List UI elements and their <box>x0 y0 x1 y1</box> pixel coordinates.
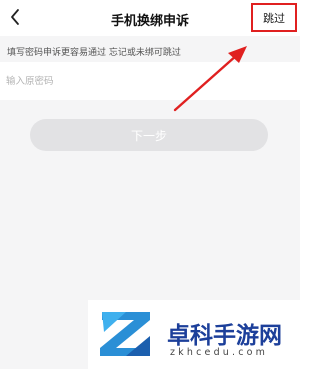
top-bar: 手机换绑申诉 跳过 <box>0 0 300 36</box>
hint-text: 填写密码申诉更容易通过 忘记或未绑可跳过 <box>7 48 181 58</box>
skip-button[interactable]: 跳过 <box>251 3 297 32</box>
watermark-url: zkhcedu.com <box>170 347 269 358</box>
password-input[interactable] <box>6 70 286 92</box>
password-row <box>0 62 300 100</box>
watermark-name: 卓科手游网 <box>167 322 282 349</box>
next-step-button[interactable]: 下一步 <box>30 119 268 151</box>
watermark: 卓科手游网 zkhcedu.com <box>88 300 300 369</box>
z-logo-icon <box>100 312 150 356</box>
